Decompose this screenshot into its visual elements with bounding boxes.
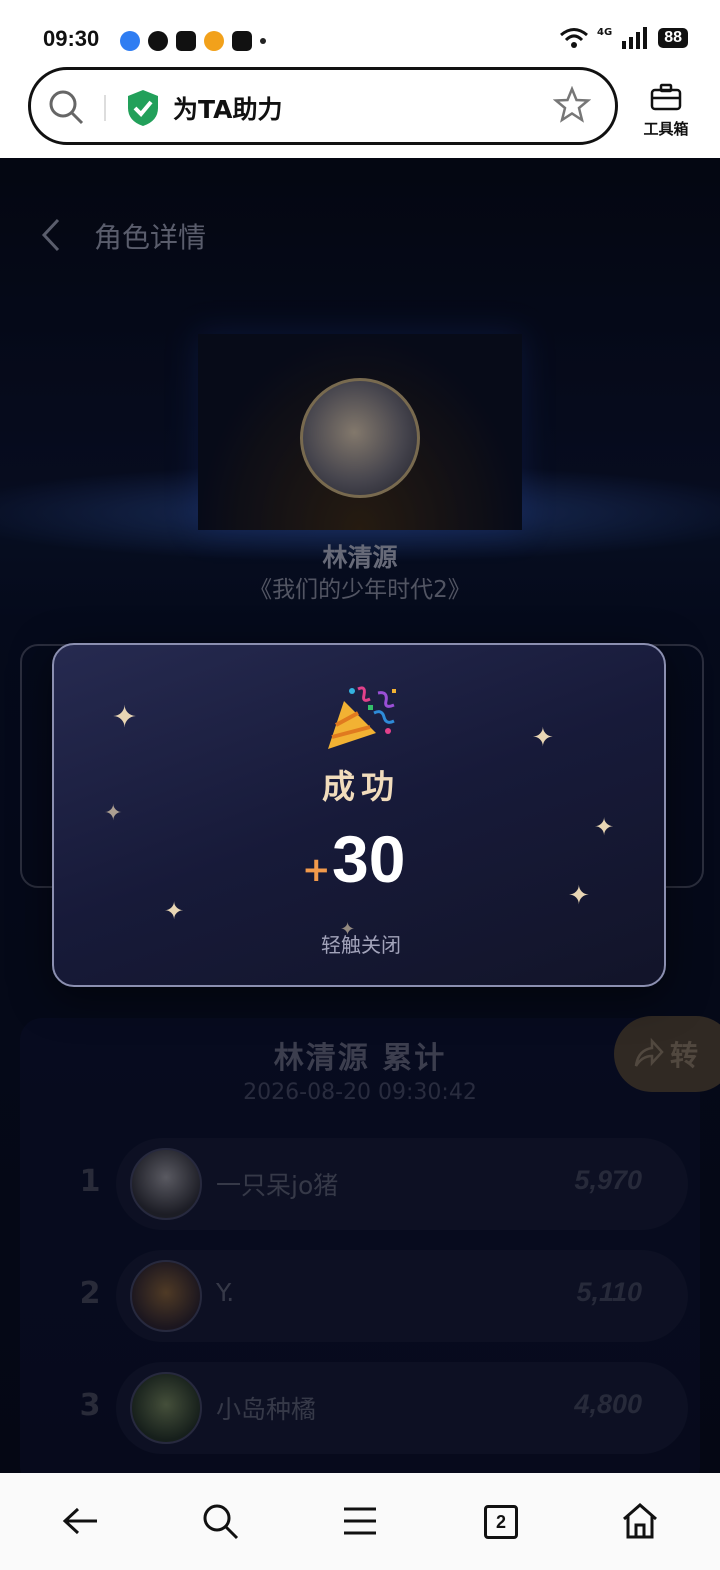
- toolbox-label: 工具箱: [643, 120, 689, 138]
- shield-check-icon: [128, 90, 158, 126]
- sparkle-icon: ✦: [532, 723, 554, 753]
- nav-search-icon[interactable]: [200, 1501, 240, 1541]
- toolbox-icon: [650, 83, 682, 111]
- sparkle-icon: ✦: [164, 897, 185, 925]
- success-title: 成功: [322, 767, 400, 806]
- tab-count-button[interactable]: 2: [484, 1505, 518, 1539]
- page-address-title[interactable]: 为TA助力: [173, 90, 282, 126]
- success-popup[interactable]: ✦ ✦ ✦ ✦ ✦ ✦ ✦ 成功 + 30 轻触关闭: [52, 643, 666, 987]
- notification-icons: [120, 30, 266, 52]
- sparkle-icon: ✦: [568, 881, 590, 911]
- plus-sign: +: [302, 850, 331, 890]
- douyin-icon: [232, 31, 252, 51]
- bottom-navigation: 2: [0, 1473, 720, 1570]
- points-awarded: 30: [332, 822, 406, 896]
- star-icon[interactable]: [553, 86, 591, 124]
- toolbox-button[interactable]: 工具箱: [636, 80, 696, 139]
- qq-icon: [148, 31, 168, 51]
- address-divider: [104, 95, 106, 121]
- battery-indicator: 88: [658, 28, 688, 48]
- weibo-icon: [204, 31, 224, 51]
- signal-icon: [622, 27, 648, 49]
- nav-home-icon[interactable]: [620, 1501, 660, 1541]
- page-content: 角色详情 林清源 《我们的少年时代2》 林清源 累计 2026-08-20 09…: [0, 158, 720, 1473]
- sparkle-icon: ✦: [112, 700, 138, 735]
- system-icons: 4G 88: [559, 27, 688, 49]
- search-icon[interactable]: [47, 88, 85, 126]
- network-type-label: 4G: [597, 26, 613, 38]
- tap-to-close-hint[interactable]: 轻触关闭: [54, 929, 668, 958]
- wifi-icon: [560, 28, 588, 48]
- app-notification-icon: [176, 31, 196, 51]
- address-bar[interactable]: 为TA助力: [28, 67, 618, 145]
- status-time: 09:30: [43, 26, 100, 51]
- nav-menu-icon[interactable]: [340, 1501, 380, 1541]
- more-notifications-dot: [260, 38, 266, 44]
- sparkle-icon: ✦: [594, 813, 615, 841]
- party-popper-icon: [328, 686, 396, 749]
- app-notification-icon: [120, 31, 140, 51]
- nav-back-icon[interactable]: [60, 1501, 100, 1541]
